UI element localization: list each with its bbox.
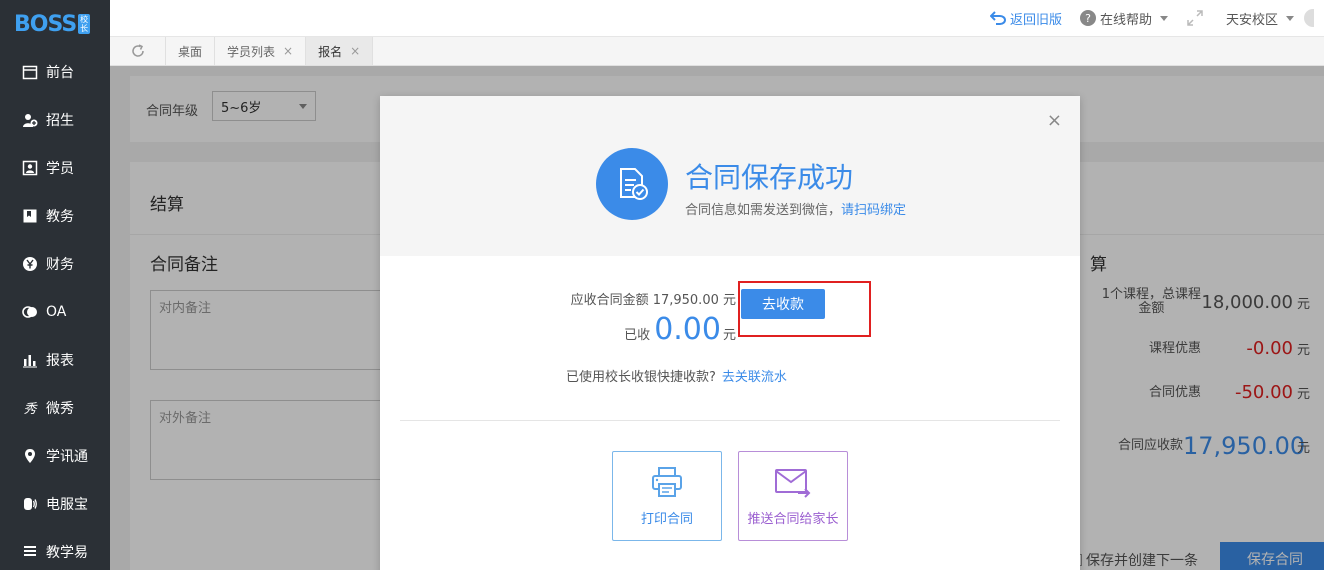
- sidebar-item-3[interactable]: 学员: [0, 144, 110, 192]
- sidebar-item-4[interactable]: 教务: [0, 192, 110, 240]
- divider: [400, 420, 1060, 421]
- chevron-down-icon: [1286, 15, 1294, 21]
- campus-switcher[interactable]: 天安校区: [1226, 9, 1294, 28]
- highlight-box: [738, 281, 871, 337]
- tab-1[interactable]: 桌面: [166, 37, 216, 65]
- push-contract-to-parent-button[interactable]: 推送合同给家长: [738, 451, 848, 541]
- document-check-icon: [596, 148, 668, 220]
- svg-text:秀: 秀: [23, 402, 38, 416]
- bind-wechat-link[interactable]: 请扫码绑定: [841, 203, 906, 218]
- sidebar-item-8[interactable]: 秀微秀: [0, 384, 110, 432]
- calendar-icon: [22, 64, 38, 80]
- top-bar: 返回旧版 ? 在线帮助 天安校区: [110, 0, 1324, 36]
- close-icon[interactable]: ×: [1047, 110, 1062, 131]
- expand-icon: [1187, 10, 1203, 26]
- received-value: 0.00: [654, 312, 721, 347]
- phone-wave-icon: [22, 496, 38, 512]
- close-icon[interactable]: ×: [283, 44, 293, 58]
- sidebar-item-10[interactable]: 电服宝: [0, 480, 110, 528]
- tab-2[interactable]: 学员列表 ×: [215, 37, 307, 65]
- contract-saved-dialog: × 合同保存成功 合同信息如需发送到微信，请扫码绑定 应收合同金额 17,950…: [380, 96, 1080, 570]
- link-transaction-link[interactable]: 去关联流水: [722, 370, 787, 385]
- bar-chart-icon: [22, 352, 38, 368]
- received-amount: 已收 0.00 元: [624, 312, 736, 347]
- list-icon: [22, 544, 38, 560]
- tabs-bar: 桌面 学员列表 × 报名 ×: [110, 36, 1324, 66]
- tab-label: 学员列表: [227, 44, 276, 59]
- sidebar-item-1[interactable]: 前台: [0, 48, 110, 96]
- receivable-amount-text: 应收合同金额 17,950.00 元: [570, 293, 736, 308]
- oa-icon: [22, 304, 38, 320]
- undo-icon: [989, 11, 1006, 25]
- online-help-menu[interactable]: ? 在线帮助: [1079, 9, 1168, 28]
- student-card-icon: [22, 160, 38, 176]
- sidebar-item-6[interactable]: OA: [0, 288, 110, 336]
- print-contract-button[interactable]: 打印合同: [612, 451, 722, 541]
- sidebar-item-9[interactable]: 学讯通: [0, 432, 110, 480]
- tab-label: 桌面: [178, 44, 203, 59]
- yen-icon: [22, 256, 38, 272]
- logo-text: BOSS: [14, 11, 77, 37]
- chevron-down-icon: [1159, 15, 1168, 21]
- weixiu-icon: 秀: [22, 400, 38, 416]
- svg-text:?: ?: [1085, 12, 1091, 25]
- book-icon: [22, 208, 38, 224]
- sidebar-item-label: 教学易: [46, 545, 88, 561]
- dialog-header: × 合同保存成功 合同信息如需发送到微信，请扫码绑定: [380, 96, 1080, 256]
- dialog-subtitle: 合同信息如需发送到微信，请扫码绑定: [685, 203, 907, 218]
- help-icon: ?: [1079, 10, 1096, 26]
- sidebar-item-7[interactable]: 报表: [0, 336, 110, 384]
- sidebar-item-label: 招生: [46, 113, 74, 129]
- sidebar-item-11[interactable]: 教学易: [0, 528, 110, 570]
- tab-3[interactable]: 报名 ×: [306, 37, 374, 65]
- cashier-shortcut-row: 已使用校长收银快捷收款? 去关联流水: [566, 370, 787, 385]
- avatar[interactable]: [1304, 9, 1314, 27]
- location-pin-icon: [22, 448, 38, 464]
- close-icon[interactable]: ×: [350, 44, 360, 58]
- mail-send-icon: [775, 468, 811, 498]
- sidebar-item-label: 教务: [46, 209, 74, 225]
- logo[interactable]: BOSS 校 长: [0, 0, 110, 48]
- tab-label: 报名: [318, 44, 343, 59]
- refresh-icon: [131, 44, 144, 57]
- sidebar-item-label: 电服宝: [46, 497, 88, 513]
- dialog-title: 合同保存成功: [685, 161, 854, 194]
- sidebar-item-label: 学讯通: [46, 449, 88, 465]
- sidebar: BOSS 校 长 前台招生学员教务财务 OA 报表秀微秀学讯通电服宝教学易: [0, 0, 110, 570]
- logo-badge: 校 长: [78, 14, 91, 34]
- sidebar-item-label: 前台: [46, 65, 74, 81]
- printer-icon: [652, 466, 682, 497]
- back-old-version-link[interactable]: 返回旧版: [989, 9, 1062, 28]
- sidebar-item-label: 微秀: [46, 401, 74, 417]
- refresh-button[interactable]: [110, 37, 166, 65]
- sidebar-item-2[interactable]: 招生: [0, 96, 110, 144]
- sidebar-item-label: OA: [46, 304, 67, 320]
- sidebar-item-label: 财务: [46, 257, 74, 273]
- fullscreen-button[interactable]: [1186, 9, 1208, 27]
- sidebar-item-label: 学员: [46, 161, 74, 177]
- add-user-icon: [22, 112, 38, 128]
- sidebar-item-label: 报表: [46, 353, 74, 369]
- sidebar-item-5[interactable]: 财务: [0, 240, 110, 288]
